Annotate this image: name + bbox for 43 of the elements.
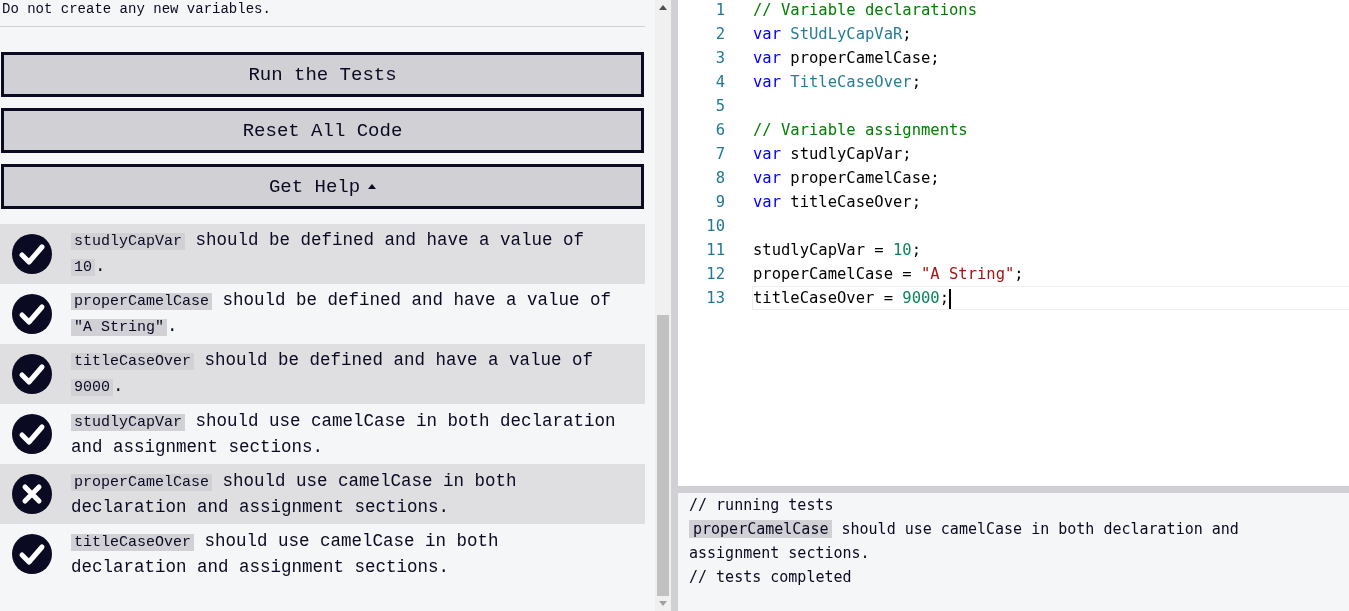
code-line: var properCamelCase; (752, 48, 941, 69)
test-description: studlyCapVar should be defined and have a value of 10 . (71, 228, 619, 280)
scrollbar[interactable] (655, 0, 671, 611)
test-description: properCamelCase should be defined and have a value of "A String" . (71, 288, 619, 340)
code-line: studlyCapVar = 10; (752, 240, 922, 261)
code-line: // Variable declarations (752, 0, 978, 21)
code-line: titleCaseOver = 9000; (752, 286, 1349, 310)
code-line: var TitleCaseOver; (752, 72, 922, 93)
line-number: 4 (714, 72, 726, 93)
code-line: // Variable assignments (752, 120, 969, 141)
code-line: properCamelCase = "A String"; (752, 264, 1025, 285)
code-editor[interactable] (678, 0, 1349, 486)
test-description: titleCaseOver should be defined and have a value of 9000 . (71, 348, 619, 400)
code-line: var properCamelCase; (752, 168, 941, 189)
scroll-up-icon[interactable] (659, 5, 667, 10)
line-number: 1 (714, 0, 726, 21)
code-line: var studlyCapVar; (752, 144, 913, 165)
line-number: 8 (714, 168, 726, 189)
action-button[interactable]: Reset All Code (1, 108, 644, 153)
instruction-text: Do not create any new variables. (1, 1, 272, 17)
line-number: 5 (714, 96, 726, 117)
scrollbar-thumb[interactable] (657, 315, 669, 596)
line-number: 12 (705, 264, 726, 285)
code-line: var StUdLyCapVaR; (752, 24, 913, 45)
action-button[interactable]: Run the Tests (1, 52, 644, 97)
line-number: 9 (714, 192, 726, 213)
line-number: 7 (714, 144, 726, 165)
test-description: studlyCapVar should use camelCase in both declaration and assignment sections. (71, 409, 617, 459)
console-line: properCamelCase should use camelCase in both declaration and assignment sections. (689, 519, 1240, 564)
console-line: // tests completed (689, 567, 853, 588)
line-number: 11 (705, 240, 726, 261)
line-number: 10 (705, 216, 726, 237)
action-button[interactable]: Get Help (1, 164, 644, 209)
caret-icon (368, 184, 377, 189)
line-number: 3 (714, 48, 726, 69)
line-number: 13 (705, 288, 726, 309)
scroll-down-icon[interactable] (659, 601, 667, 606)
line-number: 6 (714, 120, 726, 141)
line-number: 2 (714, 24, 726, 45)
code-line: var titleCaseOver; (752, 192, 922, 213)
test-description: titleCaseOver should use camelCase in both declaration and assignment sections. (71, 529, 500, 579)
console-line: // running tests (689, 495, 835, 516)
test-description: properCamelCase should use camelCase in both declaration and assignment sections. (71, 469, 518, 519)
